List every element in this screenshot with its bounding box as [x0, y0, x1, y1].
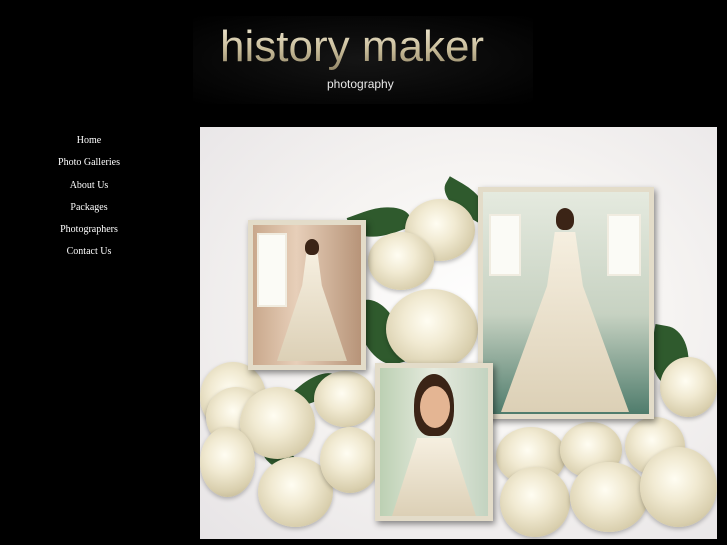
white-rose: [640, 447, 717, 527]
site-logo[interactable]: history maker photography: [193, 16, 533, 104]
white-rose: [660, 357, 717, 417]
main-nav: Home Photo Galleries About Us Packages P…: [30, 130, 148, 264]
white-rose: [320, 427, 380, 493]
bridal-photo-collage: [200, 127, 717, 539]
window-image: [257, 233, 287, 307]
bride-head-image: [556, 208, 574, 230]
window-image: [489, 214, 521, 276]
white-rose: [314, 371, 376, 427]
nav-home[interactable]: Home: [30, 130, 148, 152]
photo-bride-interior: [248, 220, 366, 370]
bridal-gown-image: [277, 253, 347, 361]
white-rose: [200, 427, 255, 497]
bride-head-image: [305, 239, 319, 255]
white-rose: [500, 467, 570, 537]
logo-subtitle: photography: [327, 77, 394, 91]
nav-about-us[interactable]: About Us: [30, 175, 148, 197]
bride-face-image: [420, 386, 450, 428]
bridal-gown-image: [392, 438, 476, 516]
photo-bride-doorway: [478, 187, 654, 419]
white-rose: [368, 232, 434, 290]
logo-title: history maker: [220, 22, 485, 71]
nav-photographers[interactable]: Photographers: [30, 219, 148, 241]
nav-contact-us[interactable]: Contact Us: [30, 241, 148, 263]
white-rose: [570, 462, 648, 532]
photo-bride-portrait: [375, 363, 493, 521]
window-image: [607, 214, 641, 276]
white-rose: [386, 289, 478, 369]
nav-photo-galleries[interactable]: Photo Galleries: [30, 152, 148, 174]
nav-packages[interactable]: Packages: [30, 197, 148, 219]
